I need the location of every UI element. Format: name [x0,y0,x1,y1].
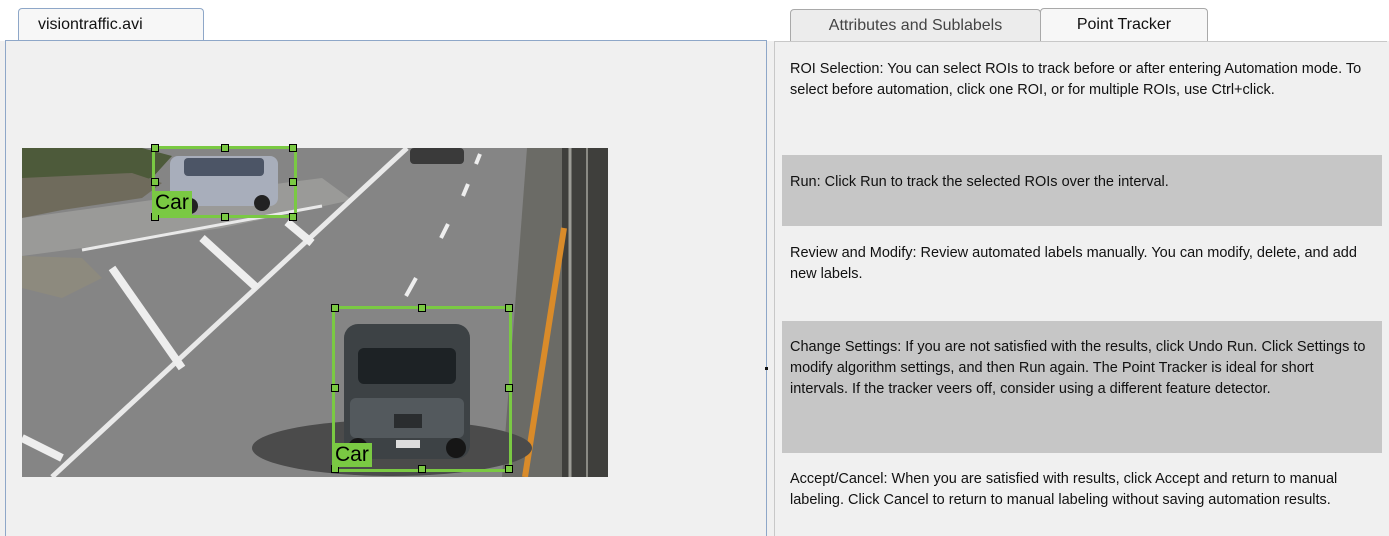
resize-handle[interactable] [505,384,513,392]
step-run: Run: Click Run to track the selected ROI… [782,155,1382,226]
resize-handle[interactable] [289,213,297,221]
resize-handle[interactable] [221,144,229,152]
resize-handle[interactable] [221,213,229,221]
instructions-area: ROI Selection: You can select ROIs to tr… [774,41,1387,536]
step-accept-cancel: Accept/Cancel: When you are satisfied wi… [790,471,1338,508]
tab-point-tracker[interactable]: Point Tracker [1040,8,1208,42]
resize-handle[interactable] [151,178,159,186]
tab-video-file[interactable]: visiontraffic.avi [18,8,204,41]
step-review-modify: Review and Modify: Review automated labe… [790,245,1357,282]
splitter-handle[interactable] [765,367,768,370]
video-display-pane: visiontraffic.avi Car Car [0,0,770,536]
traffic-scene-image [22,148,608,477]
step-change-settings: Change Settings: If you are not satisfie… [782,321,1382,453]
step-roi-selection: ROI Selection: You can select ROIs to tr… [790,61,1362,98]
resize-handle[interactable] [289,144,297,152]
roi-label: Car [332,443,372,467]
resize-handle[interactable] [418,465,426,473]
automation-tab-strip: Attributes and Sublabels Point Tracker [770,0,1389,42]
resize-handle[interactable] [151,144,159,152]
resize-handle[interactable] [505,304,513,312]
resize-handle[interactable] [331,304,339,312]
video-tab-strip: visiontraffic.avi [0,0,770,41]
roi-label: Car [152,191,192,215]
resize-handle[interactable] [505,465,513,473]
labeler-app: visiontraffic.avi Car Car Attributes and… [0,0,1389,536]
automation-panel: Attributes and Sublabels Point Tracker R… [770,0,1389,536]
tab-attributes-sublabels[interactable]: Attributes and Sublabels [790,9,1041,41]
resize-handle[interactable] [418,304,426,312]
resize-handle[interactable] [331,384,339,392]
resize-handle[interactable] [289,178,297,186]
video-frame[interactable] [22,148,608,477]
